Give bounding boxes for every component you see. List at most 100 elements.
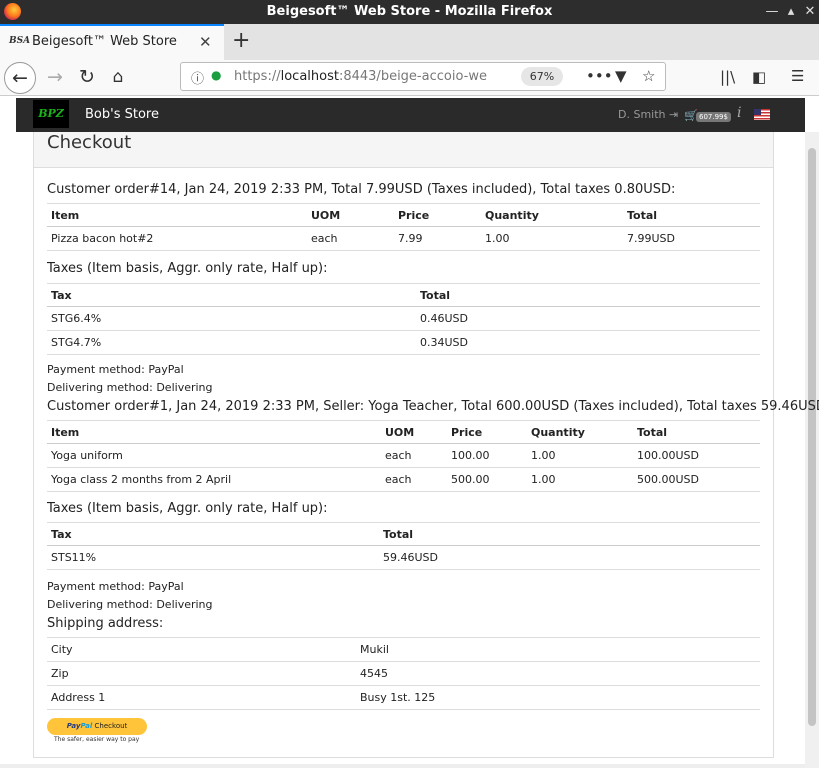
column-header: Quantity	[527, 420, 633, 444]
tax-total: 59.46USD	[379, 545, 760, 570]
order-heading: Customer order#1, Jan 24, 2019 2:33 PM, …	[47, 399, 819, 414]
payment-method: Payment method: PayPal	[47, 580, 184, 593]
address-field-label: Zip	[47, 661, 356, 686]
item-uom: each	[381, 443, 447, 468]
tax-name: STS11%	[47, 545, 379, 570]
home-icon[interactable]: ⌂	[105, 62, 131, 94]
item-quantity: 1.00	[527, 467, 633, 492]
column-header: UOM	[307, 203, 394, 227]
payment-method: Payment method: PayPal	[47, 363, 184, 376]
shipping-heading: Shipping address:	[47, 616, 164, 631]
scrollbar-thumb[interactable]	[808, 148, 816, 726]
table-row: STS11% 59.46USD	[47, 545, 760, 570]
column-header: Item	[47, 203, 307, 227]
url-text[interactable]: https://localhost:8443/beige-accoio-we	[234, 69, 487, 84]
store-logo[interactable]: BPZ	[33, 100, 69, 128]
delivering-method: Delivering method: Delivering	[47, 598, 213, 611]
address-field-label: Address 1	[47, 685, 356, 710]
item-name: Yoga class 2 months from 2 April	[47, 467, 381, 492]
column-header: Price	[394, 203, 481, 227]
item-name: Pizza bacon hot#2	[47, 226, 307, 251]
page-title: Checkout	[47, 132, 132, 153]
column-header: Item	[47, 420, 381, 444]
navigation-toolbar: ← → ↻ ⌂ ⓘ ● https://localhost:8443/beige…	[0, 60, 819, 96]
column-header: Quantity	[481, 203, 623, 227]
window-titlebar: Beigesoft™ Web Store - Mozilla Firefox —…	[0, 0, 819, 24]
url-bar[interactable]: ⓘ ● https://localhost:8443/beige-accoio-…	[180, 62, 666, 91]
column-header: Total	[379, 522, 760, 546]
table-header-row: Tax Total	[47, 522, 760, 546]
table-header-row: Item UOM Price Quantity Total	[47, 203, 760, 227]
cart-total-badge[interactable]: 607.99$	[696, 112, 731, 122]
column-header: Tax	[47, 522, 379, 546]
item-price: 500.00	[447, 467, 527, 492]
maximize-icon[interactable]: ▴	[782, 3, 800, 21]
bookmark-star-icon[interactable]: ☆	[642, 67, 655, 85]
close-window-icon[interactable]: ✕	[801, 3, 819, 21]
tax-name: STG4.7%	[47, 330, 416, 355]
shipping-address-table: City Mukil Zip 4545 Address 1 Busy 1st. 125	[47, 637, 760, 710]
us-flag-icon[interactable]	[754, 109, 770, 120]
column-header: UOM	[381, 420, 447, 444]
store-name-link[interactable]: Bob's Store	[85, 107, 159, 122]
order-items-table: Item UOM Price Quantity Total Yoga unifo…	[47, 420, 760, 492]
tax-name: STG6.4%	[47, 306, 416, 331]
item-quantity: 1.00	[481, 226, 623, 251]
page-actions-icon[interactable]: •••	[586, 67, 613, 85]
order-heading: Customer order#14, Jan 24, 2019 2:33 PM,…	[47, 182, 676, 197]
pocket-icon[interactable]: ▼	[615, 67, 627, 85]
column-header: Total	[633, 420, 760, 444]
store-header: BPZ Bob's Store D. Smith ⇥ 🛒 607.99$ i	[16, 98, 805, 132]
item-total: 7.99USD	[623, 226, 760, 251]
address-field-value: 4545	[356, 661, 760, 686]
lock-icon: ●	[211, 68, 222, 82]
menu-hamburger-icon[interactable]: ☰	[791, 67, 804, 85]
tax-total: 0.46USD	[416, 306, 760, 331]
item-price: 100.00	[447, 443, 527, 468]
table-row: Yoga uniform each 100.00 1.00 100.00USD	[47, 443, 760, 468]
item-quantity: 1.00	[527, 443, 633, 468]
order-items-table: Item UOM Price Quantity Total Pizza baco…	[47, 203, 760, 251]
table-row: Zip 4545	[47, 661, 760, 686]
taxes-table: Tax Total STG6.4% 0.46USD STG4.7% 0.34USD	[47, 283, 760, 355]
tab-close-icon[interactable]: ✕	[199, 33, 212, 51]
taxes-heading: Taxes (Item basis, Aggr. only rate, Half…	[47, 501, 328, 516]
forward-arrow-icon[interactable]: →	[42, 62, 68, 94]
item-total: 100.00USD	[633, 443, 760, 468]
new-tab-icon[interactable]: +	[232, 28, 250, 53]
tax-total: 0.34USD	[416, 330, 760, 355]
delivering-method: Delivering method: Delivering	[47, 381, 213, 394]
back-arrow-icon[interactable]: ←	[4, 62, 36, 94]
table-row: Yoga class 2 months from 2 April each 50…	[47, 467, 760, 492]
item-price: 7.99	[394, 226, 481, 251]
table-row: STG6.4% 0.46USD	[47, 306, 760, 331]
user-logout-link[interactable]: D. Smith ⇥	[618, 108, 678, 121]
table-row: Address 1 Busy 1st. 125	[47, 685, 760, 710]
site-info-icon[interactable]: ⓘ	[191, 68, 204, 87]
table-row: STG4.7% 0.34USD	[47, 330, 760, 355]
item-total: 500.00USD	[633, 467, 760, 492]
tab-label: Beigesoft™ Web Store	[32, 34, 177, 49]
info-icon[interactable]: i	[737, 105, 741, 121]
sidebar-icon[interactable]: ◧	[752, 68, 766, 86]
paypal-tagline: The safer, easier way to pay	[54, 736, 140, 743]
zoom-level-badge[interactable]: 67%	[521, 67, 563, 86]
minimize-icon[interactable]: —	[763, 3, 781, 21]
table-row: City Mukil	[47, 637, 760, 662]
library-icon[interactable]: ||\	[720, 68, 735, 86]
bottom-edge	[0, 764, 805, 768]
item-name: Yoga uniform	[47, 443, 381, 468]
table-header-row: Item UOM Price Quantity Total	[47, 420, 760, 444]
address-field-value: Busy 1st. 125	[356, 685, 760, 710]
paypal-logo: PayPal	[66, 722, 93, 730]
paypal-checkout-button[interactable]: PayPal Checkout	[47, 718, 147, 735]
item-uom: each	[381, 467, 447, 492]
item-uom: each	[307, 226, 394, 251]
panel-heading: Checkout	[34, 132, 773, 168]
tab-beigesoft-store[interactable]: BSA Beigesoft™ Web Store ✕	[0, 24, 224, 60]
reload-icon[interactable]: ↻	[74, 62, 100, 94]
address-field-label: City	[47, 637, 356, 662]
table-row: Pizza bacon hot#2 each 7.99 1.00 7.99USD	[47, 226, 760, 251]
window-title: Beigesoft™ Web Store - Mozilla Firefox	[266, 4, 553, 19]
taxes-heading: Taxes (Item basis, Aggr. only rate, Half…	[47, 261, 328, 276]
